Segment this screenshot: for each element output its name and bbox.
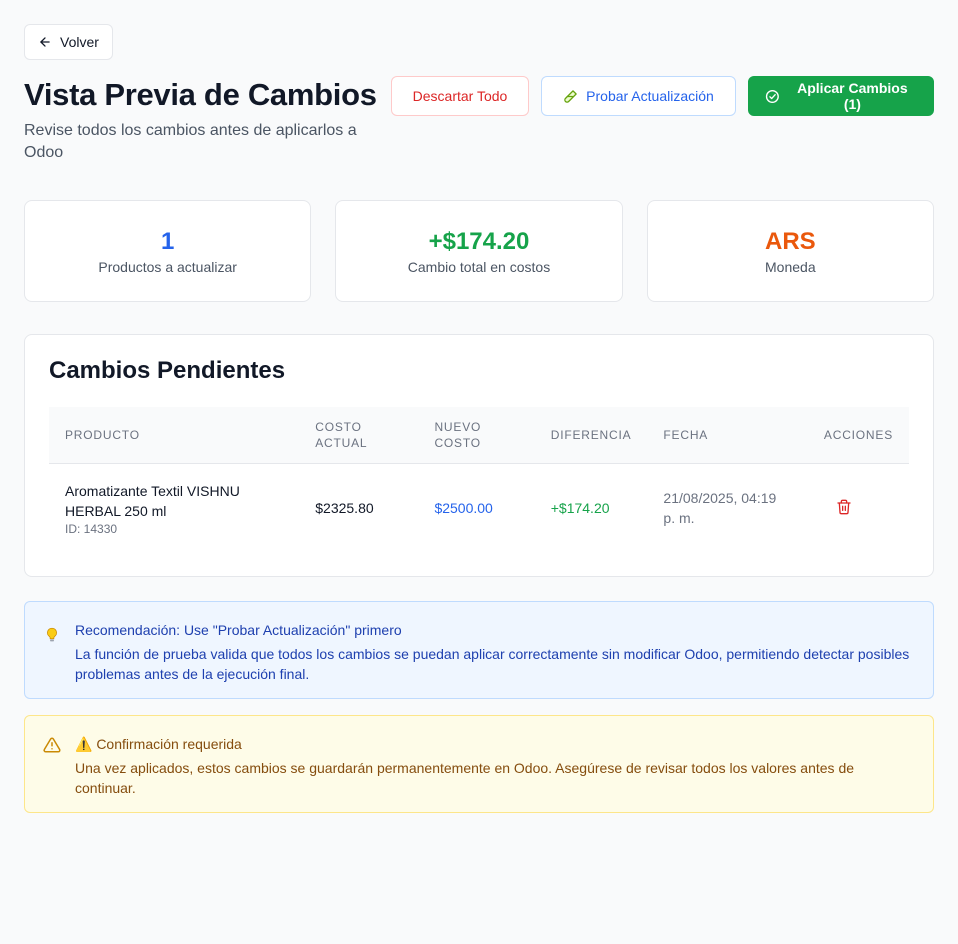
column-header-new-cost: NUEVO COSTO bbox=[418, 407, 535, 464]
back-button-label: Volver bbox=[60, 34, 99, 50]
page-header: Vista Previa de Cambios Revise todos los… bbox=[24, 76, 934, 168]
apply-changes-button[interactable]: Aplicar Cambios (1) bbox=[748, 76, 934, 116]
delete-change-button[interactable] bbox=[836, 499, 852, 515]
test-tube-icon bbox=[564, 89, 577, 103]
confirmation-text: Una vez aplicados, estos cambios se guar… bbox=[75, 760, 855, 796]
recommendation-title: Recomendación: Use "Probar Actualización… bbox=[75, 622, 402, 638]
table-row: Aromatizante Textil VISHNU HERBAL 250 ml … bbox=[49, 464, 909, 553]
cell-current-cost: $2325.80 bbox=[315, 500, 374, 516]
column-header-difference: DIFERENCIA bbox=[534, 407, 648, 464]
arrow-left-icon bbox=[40, 37, 50, 47]
test-update-label: Probar Actualización bbox=[586, 88, 714, 104]
pending-changes-panel: Cambios Pendientes PRODUCTO COSTO ACTUAL … bbox=[24, 334, 934, 577]
cell-new-cost: $2500.00 bbox=[434, 500, 493, 516]
stat-label: Productos a actualizar bbox=[98, 259, 237, 275]
warning-triangle-icon bbox=[43, 737, 61, 753]
product-name: Aromatizante Textil VISHNU HERBAL 250 ml bbox=[65, 482, 240, 519]
recommendation-text: La función de prueba valida que todos lo… bbox=[75, 646, 910, 682]
stat-value: ARS bbox=[764, 228, 816, 255]
cell-date: 21/08/2025, 04:19 p. m. bbox=[663, 490, 777, 526]
product-id: ID: 14330 bbox=[65, 521, 118, 536]
header-actions: Descartar Todo Probar Actualización Apli… bbox=[391, 76, 934, 116]
column-header-current-cost: COSTO ACTUAL bbox=[299, 407, 419, 464]
stat-value: +$174.20 bbox=[428, 228, 530, 255]
apply-changes-label: Aplicar Cambios (1) bbox=[797, 80, 908, 112]
stat-card-products: 1 Productos a actualizar bbox=[24, 200, 312, 302]
page-container: Volver Vista Previa de Cambios Revise to… bbox=[24, 24, 934, 813]
stat-label: Cambio total en costos bbox=[407, 259, 551, 275]
cell-actions bbox=[808, 464, 909, 553]
recommendation-content: Recomendación: Use "Probar Actualización… bbox=[75, 620, 913, 682]
pending-changes-title: Cambios Pendientes bbox=[49, 357, 286, 384]
stat-card-currency: ARS Moneda bbox=[646, 200, 934, 302]
confirmation-alert: ⚠️ Confirmación requerida Una vez aplica… bbox=[24, 715, 934, 813]
check-circle-icon bbox=[765, 89, 779, 103]
table-header-row: PRODUCTO COSTO ACTUAL NUEVO COSTO DIFERENC… bbox=[49, 407, 909, 464]
pending-changes-table: PRODUCTO COSTO ACTUAL NUEVO COSTO DIFERENC… bbox=[49, 407, 909, 552]
discard-all-button[interactable]: Descartar Todo bbox=[391, 76, 529, 116]
test-update-button[interactable]: Probar Actualización bbox=[541, 76, 736, 116]
cell-difference: +$174.20 bbox=[550, 500, 610, 516]
stat-label: Moneda bbox=[765, 259, 816, 275]
page-title: Vista Previa de Cambios bbox=[24, 77, 377, 112]
cell-product: Aromatizante Textil VISHNU HERBAL 250 ml … bbox=[49, 464, 299, 553]
confirmation-title: ⚠️ Confirmación requerida bbox=[75, 736, 242, 752]
stat-card-cost-change: +$174.20 Cambio total en costos bbox=[335, 200, 623, 302]
column-header-date: FECHA bbox=[647, 407, 808, 464]
stat-value: 1 bbox=[160, 228, 175, 255]
recommendation-alert: Recomendación: Use "Probar Actualización… bbox=[24, 601, 934, 699]
lightbulb-icon bbox=[47, 627, 57, 642]
discard-all-label: Descartar Todo bbox=[412, 88, 508, 104]
page-subtitle: Revise todos los cambios antes de aplica… bbox=[24, 122, 357, 161]
column-header-actions: ACCIONES bbox=[807, 407, 909, 464]
column-header-product: PRODUCTO bbox=[49, 407, 300, 464]
back-button[interactable]: Volver bbox=[24, 24, 113, 60]
confirmation-content: ⚠️ Confirmación requerida Una vez aplica… bbox=[75, 734, 913, 796]
summary-stats: 1 Productos a actualizar +$174.20 Cambio… bbox=[24, 200, 934, 302]
trash-icon bbox=[837, 499, 851, 514]
